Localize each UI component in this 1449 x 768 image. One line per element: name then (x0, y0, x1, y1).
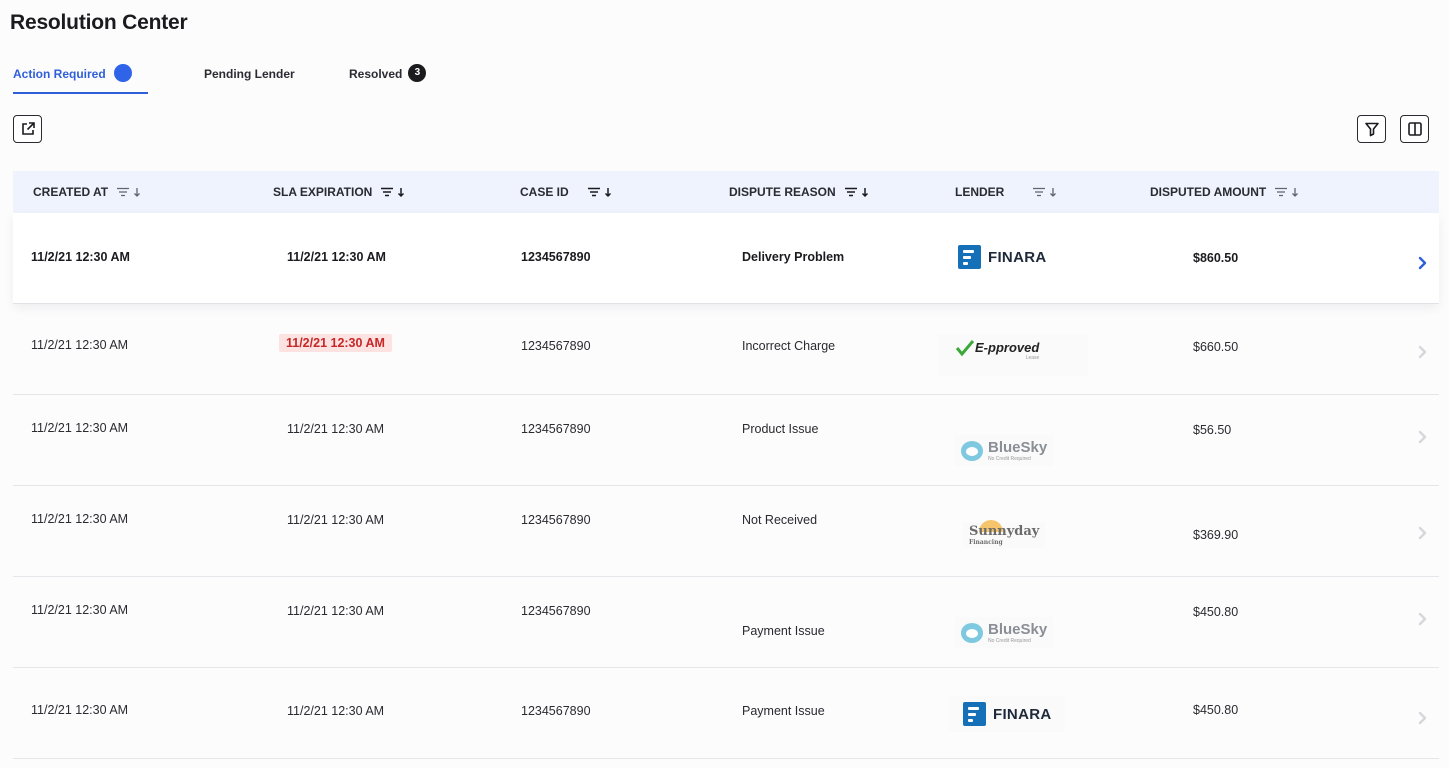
sort-icon[interactable] (587, 186, 611, 198)
disputed-amount-cell: $450.80 (1193, 605, 1239, 619)
case-id-cell: 1234567890 (521, 604, 591, 618)
created-at-cell: 11/2/21 12:30 AM (31, 603, 129, 617)
column-header-dispute-reason[interactable]: DISPUTE REASON (729, 185, 868, 199)
table-row[interactable]: 11/2/21 12:30 AM 11/2/21 12:30 AM 12345678… (13, 395, 1439, 486)
chevron-right-icon[interactable] (1415, 430, 1429, 444)
sla-expiration-cell: 11/2/21 12:30 AM (279, 334, 392, 352)
sla-expiration-cell: 11/2/21 12:30 AM (287, 422, 385, 436)
column-header-case-id[interactable]: CASE ID (520, 185, 611, 199)
sla-expiration-cell: 11/2/21 12:30 AM (287, 250, 386, 264)
table-row[interactable]: 11/2/21 12:30 AM 11/2/21 12:30 AM 12345678… (13, 486, 1439, 577)
dispute-reason-cell: Delivery Problem (742, 250, 845, 264)
column-header-lender[interactable]: LENDER (955, 185, 1057, 199)
lender-name: BlueSky (988, 621, 1048, 638)
created-at-cell: 11/2/21 12:30 AM (31, 338, 129, 352)
sla-expiration-cell: 11/2/21 12:30 AM (287, 704, 385, 718)
chevron-right-icon[interactable] (1415, 345, 1429, 359)
table-header: CREATED AT SLA EXPIRATION CASE ID DISPUT… (13, 171, 1439, 213)
sort-icon[interactable] (116, 186, 141, 198)
tab-label: Action Required (13, 67, 106, 81)
case-id-cell: 1234567890 (521, 704, 591, 718)
finara-logo-icon (963, 702, 986, 726)
lender-name: Sunnyday (969, 524, 1040, 539)
disputed-amount-cell: $860.50 (1193, 251, 1239, 265)
tab-pending-lender[interactable]: Pending Lender (204, 62, 295, 94)
sort-icon[interactable] (1274, 186, 1299, 198)
cloud-icon (961, 440, 983, 461)
lender-tagline: Financing (969, 539, 1003, 546)
tab-resolved[interactable]: Resolved 3 (349, 62, 427, 94)
case-id-cell: 1234567890 (521, 339, 591, 353)
column-label: LENDER (955, 185, 1005, 199)
chevron-right-icon[interactable] (1415, 711, 1429, 725)
chevron-right-icon[interactable] (1415, 612, 1429, 626)
filter-button[interactable] (1357, 115, 1386, 143)
lender-tagline: Lease (1025, 355, 1040, 361)
finara-logo-icon (958, 245, 981, 269)
tab-bar: Action Required Pending Lender Resolved … (13, 62, 433, 94)
lender-name: E-pproved (975, 340, 1040, 355)
lender-logo-finara: FINARA (949, 696, 1066, 732)
columns-button[interactable] (1400, 115, 1429, 143)
table-row[interactable]: 11/2/21 12:30 AM 11/2/21 12:30 AM 12345678… (13, 304, 1439, 395)
case-id-cell: 1234567890 (521, 250, 591, 264)
page-title: Resolution Center (10, 11, 188, 34)
dispute-reason-cell: Incorrect Charge (742, 339, 836, 353)
created-at-cell: 11/2/21 12:30 AM (31, 512, 129, 526)
table-row[interactable]: 11/2/21 12:30 AM 11/2/21 12:30 AM 12345678… (13, 213, 1439, 304)
count-badge: 3 (408, 64, 427, 82)
lender-tagline: No Credit Required (988, 638, 1031, 644)
lender-logo-bluesky: BlueSky No Credit Required (955, 435, 1054, 466)
dispute-reason-cell: Not Received (742, 513, 818, 527)
lender-tagline: No Credit Required (988, 456, 1031, 462)
sort-icon[interactable] (380, 186, 405, 198)
dispute-reason-cell: Payment Issue (742, 704, 825, 718)
checkmark-icon (956, 340, 974, 356)
created-at-cell: 11/2/21 12:30 AM (31, 703, 129, 717)
lender-logo-eproved: E-pproved Lease (938, 334, 1088, 376)
sort-icon[interactable] (844, 186, 868, 198)
cloud-icon (961, 622, 983, 643)
tab-label: Pending Lender (204, 67, 295, 81)
lender-logo-sunnyday: Sunnyday Financing (963, 520, 1046, 548)
column-label: CREATED AT (33, 185, 109, 199)
lender-logo-bluesky: BlueSky No Credit Required (955, 617, 1054, 648)
lender-logo-finara: FINARA (958, 245, 1046, 269)
tab-label: Resolved (349, 67, 403, 81)
status-dot-icon (113, 64, 132, 82)
tab-action-required[interactable]: Action Required (13, 62, 148, 94)
sla-expiration-cell: 11/2/21 12:30 AM (287, 513, 385, 527)
columns-icon (1407, 122, 1422, 136)
external-link-icon (21, 122, 35, 135)
column-label: CASE ID (520, 185, 569, 199)
created-at-cell: 11/2/21 12:30 AM (31, 421, 129, 435)
table-row[interactable]: 11/2/21 12:30 AM 11/2/21 12:30 AM 12345678… (13, 577, 1439, 668)
column-header-sla-expiration[interactable]: SLA EXPIRATION (273, 185, 405, 199)
disputed-amount-cell: $369.90 (1193, 528, 1239, 542)
disputed-amount-cell: $56.50 (1193, 423, 1232, 437)
sla-expiration-cell: 11/2/21 12:30 AM (287, 604, 385, 618)
dispute-reason-cell: Product Issue (742, 422, 819, 436)
filter-icon (1364, 122, 1379, 137)
case-id-cell: 1234567890 (521, 422, 591, 436)
sort-icon[interactable] (1032, 186, 1057, 198)
case-id-cell: 1234567890 (521, 513, 591, 527)
export-button[interactable] (13, 115, 42, 143)
column-label: SLA EXPIRATION (273, 185, 373, 199)
chevron-right-icon[interactable] (1415, 256, 1429, 270)
created-at-cell: 11/2/21 12:30 AM (31, 250, 130, 264)
column-header-created-at[interactable]: CREATED AT (33, 185, 141, 199)
disputed-amount-cell: $450.80 (1193, 703, 1239, 717)
lender-name: BlueSky (988, 439, 1048, 456)
column-header-disputed-amount[interactable]: DISPUTED AMOUNT (1150, 185, 1299, 199)
column-label: DISPUTED AMOUNT (1150, 185, 1267, 199)
lender-name: FINARA (988, 248, 1047, 266)
table-row[interactable]: 11/2/21 12:30 AM 11/2/21 12:30 AM 12345678… (13, 668, 1439, 759)
chevron-right-icon[interactable] (1415, 526, 1429, 540)
lender-name: FINARA (993, 705, 1052, 723)
column-label: DISPUTE REASON (729, 185, 836, 199)
dispute-reason-cell: Payment Issue (742, 624, 825, 638)
disputed-amount-cell: $660.50 (1193, 340, 1239, 354)
